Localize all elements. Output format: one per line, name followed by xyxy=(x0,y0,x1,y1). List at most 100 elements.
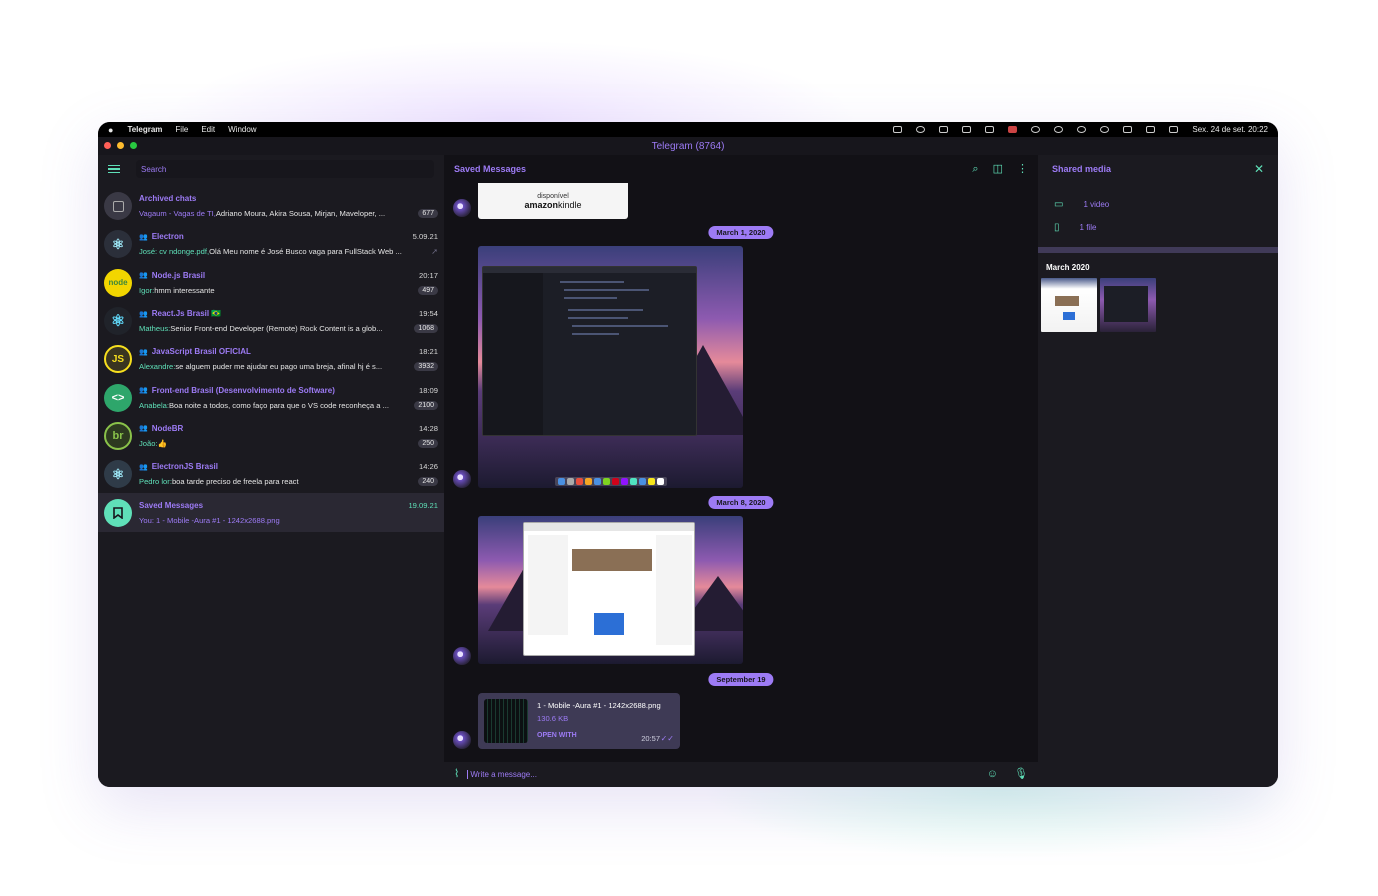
photo-message[interactable] xyxy=(478,246,743,488)
maximize-window-button[interactable] xyxy=(130,142,137,149)
more-vertical-icon[interactable]: ⋮ xyxy=(1017,163,1028,175)
menu-hamburger-icon[interactable] xyxy=(108,164,120,174)
chat-sender: Pedro lor: xyxy=(139,477,172,487)
menu-window[interactable]: Window xyxy=(228,125,256,134)
record-icon[interactable] xyxy=(1054,126,1064,133)
media-thumbnail[interactable] xyxy=(1041,278,1097,332)
chat-row-frontend[interactable]: <> 👥 Front-end Brasil (Desenvolvimento de… xyxy=(98,378,444,416)
unread-badge: 1068 xyxy=(414,324,438,334)
emoji-icon[interactable]: ☺ xyxy=(987,769,998,780)
shared-videos-item[interactable]: ▭ 1 video xyxy=(1038,193,1278,216)
shared-files-label: 1 file xyxy=(1079,223,1097,232)
attach-paperclip-icon[interactable]: ⌇ xyxy=(454,769,459,780)
chat-row-electron[interactable]: ⚛ 👥 Electron 5.09.21 José: cv ndonge.pdf, … xyxy=(98,225,444,263)
avatar[interactable] xyxy=(453,470,471,488)
chat-preview: boa tarde preciso de freela para react xyxy=(171,477,299,487)
pin-icon: ➚ xyxy=(431,247,438,257)
chat-time: 19.09.21 xyxy=(408,500,438,510)
menubar-clock[interactable]: Sex. 24 de set. 20:22 xyxy=(1192,125,1268,134)
message-composer: ⌇ Write a message... ☺ 🎙 xyxy=(444,762,1038,787)
archive-icon xyxy=(104,192,132,221)
nodebr-logo-icon: br xyxy=(104,421,132,450)
sync-icon[interactable] xyxy=(1077,126,1087,133)
macos-menubar: ● Telegram File Edit Window Sex. 24 de s… xyxy=(98,122,1278,137)
app-tray-icon[interactable] xyxy=(1008,126,1018,133)
chat-row-saved-messages[interactable]: Saved Messages 19.09.21 You: 1 - Mobile -… xyxy=(98,493,444,532)
open-with-button[interactable]: OPEN WITH xyxy=(537,732,577,739)
browser-screenshot xyxy=(523,522,695,656)
sidebar-toggle-icon[interactable]: ◫ xyxy=(993,163,1003,175)
file-thumbnail[interactable] xyxy=(484,699,528,743)
chat-name: Front-end Brasil (Desenvolvimento de Sof… xyxy=(151,385,335,395)
battery-icon[interactable] xyxy=(1169,126,1179,133)
chat-row-electronjs-brasil[interactable]: ⚛ 👥 ElectronJS Brasil 14:26 Pedro lor: boa… xyxy=(98,455,444,493)
search-icon[interactable]: ⌕ xyxy=(972,163,978,175)
chat-name: NodeBR xyxy=(151,423,184,433)
photo-message[interactable] xyxy=(478,516,743,664)
message-time: 20:57 xyxy=(641,734,660,743)
chat-pane: Saved Messages ⌕ ◫ ⋮ disponível amazonki… xyxy=(444,155,1038,787)
avatar[interactable] xyxy=(453,199,471,217)
chat-preview: 👍 xyxy=(157,438,168,448)
chat-name: React.Js Brasil 🇧🇷 xyxy=(151,309,222,319)
chat-sender: Matheus: xyxy=(139,324,171,334)
close-icon[interactable]: ✕ xyxy=(1254,162,1264,176)
code-editor-screenshot xyxy=(482,266,697,436)
close-window-button[interactable] xyxy=(104,142,111,149)
telegram-window: ● Telegram File Edit Window Sex. 24 de s… xyxy=(98,122,1278,787)
chat-row-nodebr[interactable]: br 👥 NodeBR 14:28 João: 👍 250 xyxy=(98,417,444,455)
menu-app[interactable]: Telegram xyxy=(127,125,162,134)
menubar-tray: Sex. 24 de set. 20:22 xyxy=(893,125,1268,134)
file-message[interactable]: 1 - Mobile -Aura #1 - 1242x2688.png 130.… xyxy=(478,693,680,749)
media-thumbnail[interactable] xyxy=(1100,278,1156,332)
file-size: 130.6 KB xyxy=(537,714,569,723)
audio-wave-icon[interactable] xyxy=(985,126,995,133)
menu-edit[interactable]: Edit xyxy=(201,125,215,134)
chat-row-javascript[interactable]: JS 👥 JavaScript Brasil OFICIAL 18:21 Alexa… xyxy=(98,340,444,378)
menu-file[interactable]: File xyxy=(175,125,188,134)
chat-name: Saved Messages xyxy=(139,500,204,510)
tray-icon-1[interactable] xyxy=(893,126,903,133)
chat-time: 20:17 xyxy=(418,270,438,280)
chat-name: Node.js Brasil xyxy=(151,270,206,280)
chat-sender: José: cv ndonge.pdf, xyxy=(139,247,210,257)
chat-name: JavaScript Brasil OFICIAL xyxy=(151,347,251,357)
glasses-icon[interactable] xyxy=(962,126,972,133)
chat-name: Electron xyxy=(151,232,184,242)
chat-preview: You: 1 - Mobile -Aura #1 - 1242x2688.png xyxy=(139,515,280,525)
chat-sender: João: xyxy=(139,438,158,448)
chat-time: 14:26 xyxy=(418,462,438,472)
chat-sender: Igor: xyxy=(139,285,155,295)
avatar[interactable] xyxy=(453,731,471,749)
spotlight-search-icon[interactable] xyxy=(1100,126,1110,133)
chat-preview: Senior Front-end Developer (Remote) Rock… xyxy=(170,324,383,334)
group-icon: 👥 xyxy=(139,272,148,280)
chat-sender: Vagaum - Vagas de TI, xyxy=(139,209,216,219)
tray-icon-2[interactable] xyxy=(916,126,926,133)
volume-icon[interactable] xyxy=(1123,126,1133,133)
unread-badge: 3932 xyxy=(414,362,438,372)
avatar[interactable] xyxy=(453,647,471,665)
chat-time: 14:28 xyxy=(418,423,438,433)
microphone-icon[interactable]: 🎙 xyxy=(1014,769,1028,780)
search-input[interactable]: Search xyxy=(136,160,434,178)
chat-row-react[interactable]: ⚛ 👥 React.Js Brasil 🇧🇷 19:54 Matheus: Seni… xyxy=(98,302,444,340)
chat-row-nodejs[interactable]: node 👥 Node.js Brasil 20:17 Igor: hmm inte… xyxy=(98,264,444,302)
chat-row-archived[interactable]: Archived chats Vagaum - Vagas de TI, Adr… xyxy=(98,187,444,225)
kindle-text-line1: disponível xyxy=(537,192,569,200)
apple-icon[interactable]: ● xyxy=(108,125,113,135)
unread-badge: 497 xyxy=(418,285,438,295)
date-separator: September 19 xyxy=(708,673,774,686)
electron-logo-icon: ⚛ xyxy=(104,460,132,489)
media-grid xyxy=(1038,278,1278,332)
chat-preview: hmm interessante xyxy=(154,285,215,295)
kindle-image-message[interactable]: disponível amazonkindle xyxy=(478,183,628,219)
tray-icon-3[interactable] xyxy=(939,126,949,133)
unread-badge: 2100 xyxy=(414,400,438,410)
minimize-window-button[interactable] xyxy=(117,142,124,149)
chat-preview: se alguem puder me ajudar eu pago uma br… xyxy=(175,362,383,372)
tray-icon-4[interactable] xyxy=(1031,126,1041,133)
message-input[interactable]: Write a message... xyxy=(467,770,537,779)
bluetooth-icon[interactable] xyxy=(1146,126,1156,133)
shared-files-item[interactable]: ▯ 1 file xyxy=(1038,216,1278,239)
